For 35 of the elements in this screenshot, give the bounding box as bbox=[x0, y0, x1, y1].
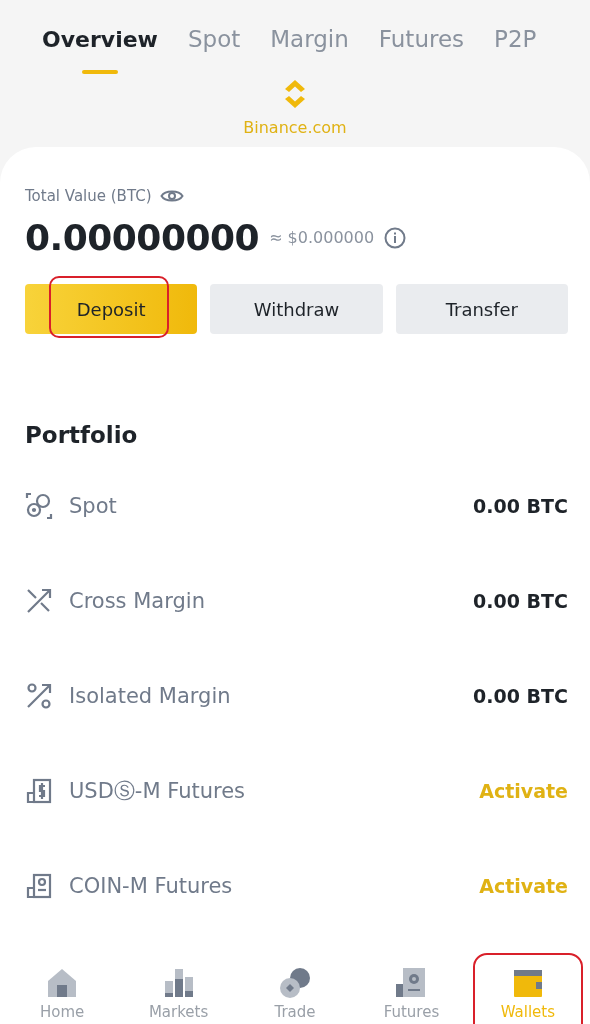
nav-item[interactable]: Futures bbox=[371, 953, 452, 1024]
wallet-name: Spot bbox=[69, 493, 118, 518]
info-icon[interactable] bbox=[384, 226, 407, 249]
deposit-button[interactable]: Deposit bbox=[25, 284, 198, 334]
tab[interactable]: Margin bbox=[270, 22, 349, 74]
activate-link[interactable]: Activate bbox=[479, 779, 568, 802]
action-button[interactable]: Transfer bbox=[395, 284, 568, 334]
tab[interactable]: Spot bbox=[187, 22, 241, 74]
wallet-name: USDⓈ-M Futures bbox=[69, 777, 247, 805]
balance-value: 0.00 BTC bbox=[473, 494, 568, 517]
tab[interactable]: Futures bbox=[378, 22, 465, 74]
tab[interactable]: P2P bbox=[494, 22, 537, 74]
total-value: 0.00000000 bbox=[25, 217, 260, 258]
spot-icon bbox=[25, 491, 53, 520]
balance-value: 0.00 BTC bbox=[473, 684, 568, 707]
nav-item[interactable]: Wallets bbox=[472, 953, 583, 1024]
account-label[interactable]: Binance.com bbox=[243, 118, 347, 137]
tab[interactable]: Overview bbox=[42, 22, 158, 74]
action-button[interactable]: Withdraw bbox=[210, 284, 383, 334]
eye-icon[interactable] bbox=[159, 188, 184, 204]
balance-value: 0.00 BTC bbox=[473, 589, 568, 612]
coin-document-icon bbox=[25, 871, 53, 900]
wallet-name: COIN-M Futures bbox=[69, 873, 234, 898]
dollar-document-icon bbox=[25, 776, 53, 805]
activate-link[interactable]: Activate bbox=[479, 874, 568, 897]
wallet-name: Cross Margin bbox=[69, 588, 206, 613]
wallet-name: Isolated Margin bbox=[69, 683, 232, 708]
total-value-label: Total Value (BTC) bbox=[25, 187, 152, 205]
section-title: Portfolio bbox=[25, 422, 139, 448]
crossed-arrows-icon bbox=[25, 586, 53, 615]
nav-item[interactable]: Trade bbox=[262, 953, 328, 1024]
nav-item[interactable]: Markets bbox=[136, 953, 221, 1024]
percent-icon bbox=[25, 681, 53, 710]
fiat-value: ≈ $0.000000 bbox=[269, 228, 375, 247]
nav-item[interactable]: Home bbox=[28, 953, 97, 1024]
